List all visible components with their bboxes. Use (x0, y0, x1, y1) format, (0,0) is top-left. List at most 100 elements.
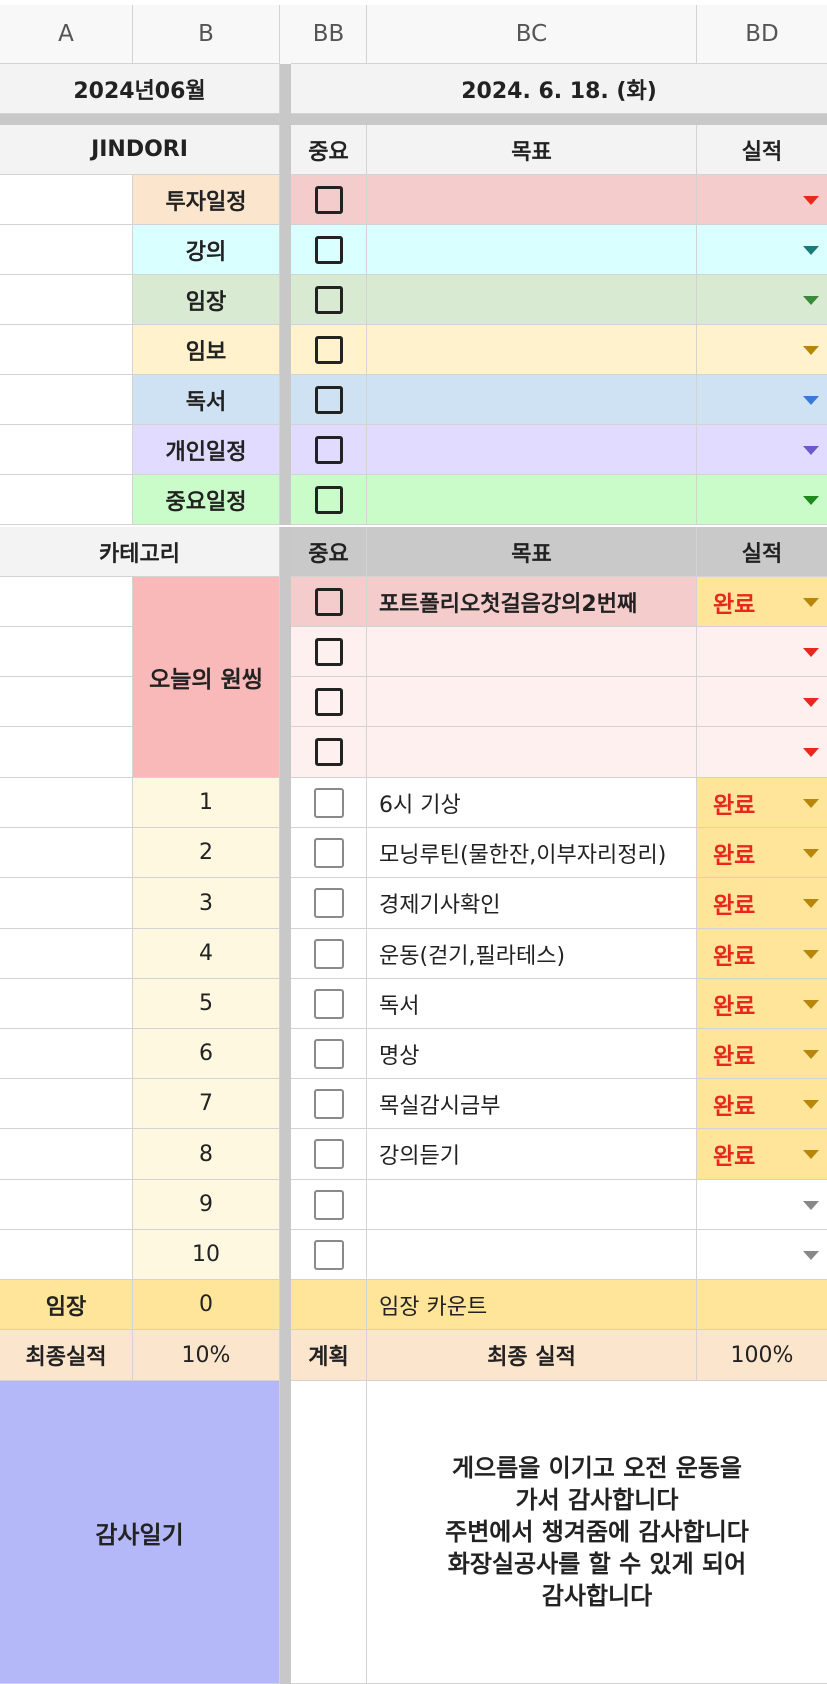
dropdown-arrow-icon[interactable] (803, 697, 819, 707)
one-thing-result-cell[interactable] (697, 677, 827, 727)
final-result-percent[interactable]: 100% (697, 1330, 827, 1381)
imjang-important-cell[interactable] (291, 1280, 367, 1330)
one-thing-checkbox-cell[interactable] (291, 727, 367, 778)
dropdown-arrow-icon[interactable] (803, 798, 819, 808)
schedule-blank-cell[interactable] (0, 175, 133, 225)
task-important-header[interactable]: 중요 (291, 527, 367, 577)
result-header[interactable]: 실적 (697, 125, 827, 175)
imjang-count[interactable]: 0 (133, 1280, 280, 1330)
task-number[interactable]: 8 (133, 1129, 280, 1180)
task-number[interactable]: 10 (133, 1230, 280, 1280)
dropdown-arrow-icon[interactable] (803, 245, 819, 255)
task-checkbox-cell[interactable] (291, 828, 367, 878)
task-checkbox-cell[interactable] (291, 1180, 367, 1230)
task-number[interactable]: 4 (133, 929, 280, 979)
checkbox[interactable] (313, 988, 344, 1019)
column-header-b[interactable]: B (133, 5, 280, 64)
one-thing-checkbox-cell[interactable] (291, 677, 367, 727)
final-result-label[interactable]: 최종 실적 (367, 1330, 697, 1381)
task-checkbox-cell[interactable] (291, 778, 367, 828)
one-thing-goal[interactable] (367, 727, 697, 778)
task-goal[interactable] (367, 1230, 697, 1280)
imjang-result-cell[interactable] (697, 1280, 827, 1330)
checkbox[interactable] (314, 687, 343, 716)
one-thing-blank-cell[interactable] (0, 627, 133, 677)
task-checkbox-cell[interactable] (291, 1230, 367, 1280)
checkbox[interactable] (313, 888, 344, 918)
schedule-goal-cell[interactable] (367, 325, 697, 375)
task-goal[interactable] (367, 1180, 697, 1230)
one-thing-checkbox-cell[interactable] (291, 627, 367, 677)
schedule-label[interactable]: 독서 (133, 375, 280, 425)
final-label[interactable]: 최종실적 (0, 1330, 133, 1381)
schedule-label[interactable]: 강의 (133, 225, 280, 275)
task-checkbox-cell[interactable] (291, 1079, 367, 1129)
plan-label[interactable]: 계획 (291, 1330, 367, 1381)
task-number[interactable]: 1 (133, 778, 280, 828)
task-blank-cell[interactable] (0, 929, 133, 979)
task-checkbox-cell[interactable] (291, 1029, 367, 1079)
schedule-result-cell[interactable] (697, 475, 827, 525)
one-thing-goal[interactable] (367, 627, 697, 677)
checkbox[interactable] (314, 385, 343, 414)
schedule-blank-cell[interactable] (0, 325, 133, 375)
task-result-cell[interactable]: 완료 (697, 979, 827, 1029)
schedule-checkbox-cell[interactable] (291, 475, 367, 525)
schedule-goal-cell[interactable] (367, 275, 697, 325)
one-thing-blank-cell[interactable] (0, 577, 133, 627)
schedule-blank-cell[interactable] (0, 475, 133, 525)
task-checkbox-cell[interactable] (291, 878, 367, 929)
task-blank-cell[interactable] (0, 1230, 133, 1280)
checkbox[interactable] (314, 738, 343, 766)
final-percent[interactable]: 10% (133, 1330, 280, 1381)
month-cell[interactable]: 2024년06월 (0, 64, 280, 114)
column-header-bb[interactable]: BB (291, 5, 367, 64)
schedule-label[interactable]: 개인일정 (133, 425, 280, 475)
dropdown-arrow-icon[interactable] (803, 597, 819, 607)
task-result-cell[interactable]: 완료 (697, 878, 827, 929)
one-thing-result-cell[interactable] (697, 727, 827, 778)
dropdown-arrow-icon[interactable] (803, 748, 819, 757)
task-result-cell[interactable]: 완료 (697, 778, 827, 828)
dropdown-arrow-icon[interactable] (803, 1150, 819, 1159)
imjang-count-label[interactable]: 임장 카운트 (367, 1280, 697, 1330)
dropdown-arrow-icon[interactable] (803, 999, 819, 1009)
task-goal[interactable]: 독서 (367, 979, 697, 1029)
one-thing-blank-cell[interactable] (0, 727, 133, 778)
column-header-bd[interactable]: BD (697, 5, 827, 64)
gratitude-label[interactable]: 감사일기 (0, 1381, 280, 1684)
schedule-result-cell[interactable] (697, 275, 827, 325)
schedule-checkbox-cell[interactable] (291, 375, 367, 425)
checkbox[interactable] (314, 235, 343, 264)
schedule-goal-cell[interactable] (367, 425, 697, 475)
checkbox[interactable] (314, 435, 343, 464)
task-goal[interactable]: 강의듣기 (367, 1129, 697, 1180)
schedule-blank-cell[interactable] (0, 225, 133, 275)
task-goal[interactable]: 6시 기상 (367, 778, 697, 828)
task-number[interactable]: 6 (133, 1029, 280, 1079)
task-goal[interactable]: 명상 (367, 1029, 697, 1079)
task-number[interactable]: 5 (133, 979, 280, 1029)
category-header[interactable]: 카테고리 (0, 527, 280, 577)
dropdown-arrow-icon[interactable] (803, 495, 819, 505)
task-checkbox-cell[interactable] (291, 1129, 367, 1180)
task-blank-cell[interactable] (0, 878, 133, 929)
task-result-cell[interactable] (697, 1180, 827, 1230)
task-number[interactable]: 3 (133, 878, 280, 929)
task-number[interactable]: 2 (133, 828, 280, 878)
task-goal[interactable]: 목실감시금부 (367, 1079, 697, 1129)
task-goal[interactable]: 경제기사확인 (367, 878, 697, 929)
checkbox[interactable] (313, 837, 344, 868)
task-goal-header[interactable]: 목표 (367, 527, 697, 577)
checkbox[interactable] (314, 485, 343, 514)
schedule-checkbox-cell[interactable] (291, 175, 367, 225)
task-result-cell[interactable]: 완료 (697, 828, 827, 878)
task-result-cell[interactable] (697, 1230, 827, 1280)
schedule-goal-cell[interactable] (367, 225, 697, 275)
column-header-a[interactable]: A (0, 5, 133, 64)
checkbox[interactable] (313, 1139, 344, 1169)
task-blank-cell[interactable] (0, 1029, 133, 1079)
schedule-result-cell[interactable] (697, 425, 827, 475)
one-thing-result-cell[interactable]: 완료 (697, 577, 827, 627)
dropdown-arrow-icon[interactable] (803, 949, 819, 959)
